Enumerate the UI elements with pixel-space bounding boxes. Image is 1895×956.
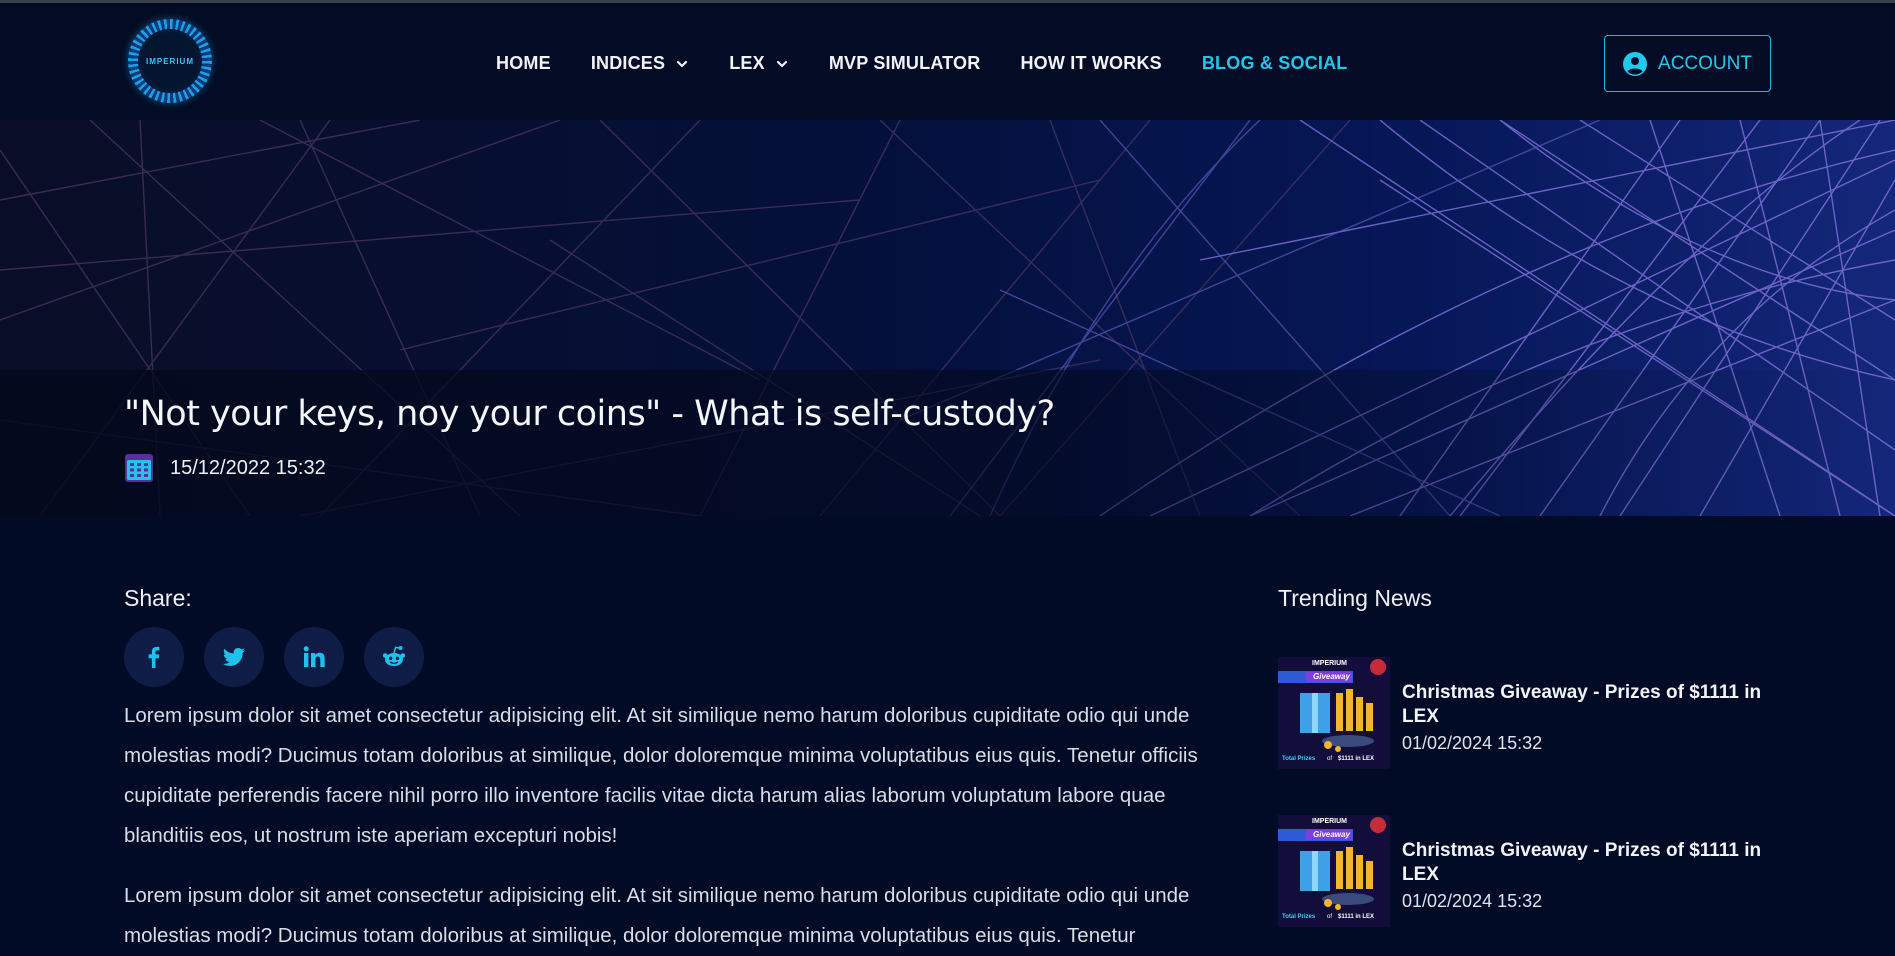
top-navigation: IMPERIUM HOME INDICES LEX MVP SIMULATOR …	[0, 3, 1895, 120]
thumb-brand: IMPERIUM	[1312, 660, 1347, 667]
trending-news-item[interactable]: IMPERIUM Giveaway Total Prizes of $1111 …	[1278, 815, 1778, 931]
nav-item-label: BLOG & SOCIAL	[1201, 53, 1348, 73]
account-button[interactable]: ACCOUNT	[1604, 35, 1771, 92]
nav-item-how-it-works[interactable]: HOW IT WORKS	[1020, 53, 1161, 74]
nav-item-mvp-simulator[interactable]: MVP SIMULATOR	[829, 53, 981, 74]
thumb-badge: Giveaway	[1313, 672, 1350, 681]
news-date: 01/02/2024 15:32	[1402, 733, 1543, 753]
article-paragraph: Lorem ipsum dolor sit amet consectetur a…	[124, 704, 1198, 847]
share-linkedin-button[interactable]	[284, 627, 344, 687]
thumb-caption-mid: of	[1327, 756, 1333, 762]
nav-item-indices[interactable]: INDICES	[591, 53, 689, 74]
share-buttons	[124, 627, 444, 687]
nav-item-label: HOME	[496, 53, 551, 73]
logo-center: IMPERIUM	[138, 29, 202, 93]
news-thumbnail: IMPERIUM Giveaway Total Prizes of $1111 …	[1278, 815, 1390, 927]
share-label: Share:	[124, 585, 192, 611]
imperium-logo[interactable]: IMPERIUM	[128, 19, 212, 103]
trending-news-item[interactable]: IMPERIUM Giveaway Total Prizes of $1111 …	[1278, 657, 1778, 773]
thumb-caption-pre: Total Prizes	[1282, 914, 1316, 920]
article-paragraph: Lorem ipsum dolor sit amet consectetur a…	[124, 884, 1190, 947]
thumb-caption-post: $1111 in LEX	[1338, 914, 1375, 920]
logo-text: IMPERIUM	[146, 56, 194, 66]
nav-item-label: MVP SIMULATOR	[828, 53, 981, 73]
post-hero-banner: "Not your keys, noy your coins" - What i…	[0, 120, 1895, 516]
linkedin-icon	[303, 646, 325, 667]
reddit-icon	[382, 646, 406, 666]
thumb-caption-pre: Total Prizes	[1282, 756, 1316, 762]
calendar-icon	[125, 454, 153, 482]
nav-item-blog-social[interactable]: BLOG & SOCIAL	[1202, 53, 1348, 74]
nav-item-home[interactable]: HOME	[496, 53, 551, 74]
account-label: ACCOUNT	[1658, 52, 1752, 74]
share-twitter-button[interactable]	[204, 627, 264, 687]
share-facebook-button[interactable]	[124, 627, 184, 687]
thumb-badge: Giveaway	[1313, 830, 1350, 839]
chevron-down-icon	[776, 60, 787, 67]
post-date: 15/12/2022 15:32	[170, 456, 326, 479]
nav-item-label: LEX	[729, 53, 765, 73]
nav-item-lex[interactable]: LEX	[729, 53, 789, 74]
news-title[interactable]: Christmas Giveaway - Prizes of $1111 in …	[1402, 681, 1772, 729]
news-date: 01/02/2024 15:32	[1402, 891, 1543, 911]
nav-item-label: HOW IT WORKS	[1020, 53, 1162, 73]
post-meta: 15/12/2022 15:32	[124, 453, 326, 483]
hero-shade-overlay	[0, 370, 1895, 516]
thumb-caption-post: $1111 in LEX	[1338, 756, 1375, 762]
share-reddit-button[interactable]	[364, 627, 424, 687]
thumb-caption-mid: of	[1327, 914, 1333, 920]
news-title[interactable]: Christmas Giveaway - Prizes of $1111 in …	[1402, 839, 1772, 887]
thumb-brand: IMPERIUM	[1312, 818, 1347, 825]
post-title: "Not your keys, noy your coins" - What i…	[124, 394, 1055, 434]
twitter-icon	[223, 648, 245, 666]
chevron-down-icon	[677, 60, 688, 67]
nav-item-label: INDICES	[590, 53, 666, 73]
news-thumbnail: IMPERIUM Giveaway Total Prizes of $1111 …	[1278, 657, 1390, 769]
user-circle-icon	[1623, 51, 1648, 76]
trending-news-heading: Trending News	[1278, 585, 1432, 611]
facebook-icon	[148, 646, 160, 668]
main-menu: HOME INDICES LEX MVP SIMULATOR HOW IT WO…	[496, 53, 1387, 74]
